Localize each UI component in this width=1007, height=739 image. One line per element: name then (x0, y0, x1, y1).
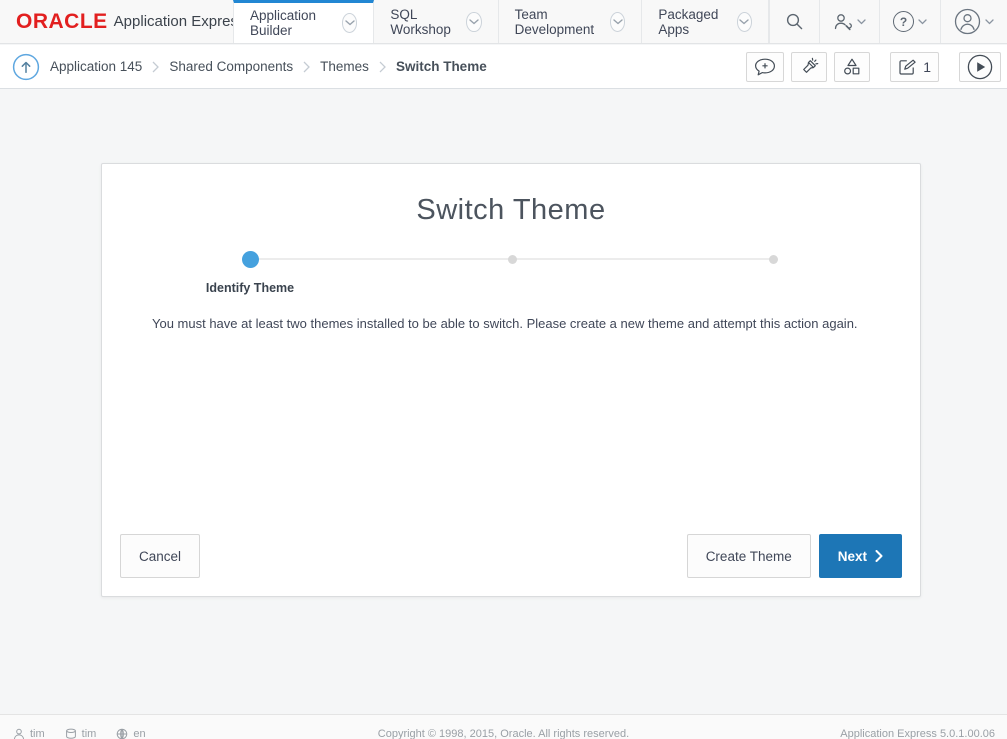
help-glyph: ? (900, 15, 907, 29)
page-title: Switch Theme (102, 194, 920, 227)
arrow-up-circle-icon (12, 53, 40, 81)
breadcrumb-bar: Application 145 Shared Components Themes… (0, 45, 1007, 89)
chevron-down-icon (737, 12, 752, 32)
user-icon (13, 728, 25, 739)
breadcrumb-separator-icon (379, 61, 386, 73)
top-navbar: ORACLE Application Express Application B… (0, 0, 1007, 44)
up-level-button[interactable] (12, 53, 40, 81)
chevron-down-icon (985, 19, 994, 25)
next-button[interactable]: Next (819, 534, 902, 578)
chevron-down-icon (918, 19, 927, 25)
wizard-current-step-label: Identify Theme (150, 281, 350, 295)
next-button-label: Next (838, 549, 867, 564)
cancel-button[interactable]: Cancel (120, 534, 200, 578)
switch-theme-wizard-card: Switch Theme Identify Theme You must hav… (101, 163, 921, 597)
edit-page-button[interactable]: 1 (890, 52, 939, 82)
tab-team-development[interactable]: Team Development (499, 0, 643, 43)
chevron-down-icon (466, 12, 481, 32)
run-application-button[interactable] (959, 52, 1001, 82)
footer-user: tim (13, 728, 45, 739)
edit-pencil-icon (898, 58, 916, 76)
breadcrumb-switch-theme: Switch Theme (396, 59, 487, 74)
footer-workspace-name: tim (82, 728, 97, 739)
tab-label: SQL Workshop (390, 7, 457, 37)
page-toolbar: 1 (739, 52, 1001, 82)
feedback-button[interactable] (746, 52, 784, 82)
edit-page-number: 1 (923, 59, 931, 75)
globe-icon (116, 728, 128, 739)
wizard-step-3-dot (769, 255, 778, 264)
create-theme-button[interactable]: Create Theme (687, 534, 811, 578)
help-icon: ? (893, 11, 914, 32)
breadcrumb: Application 145 Shared Components Themes… (50, 59, 487, 74)
wizard-actions: Create Theme Next (687, 534, 902, 578)
chevron-down-icon (610, 12, 625, 32)
chevron-right-icon (875, 550, 883, 562)
tab-sql-workshop[interactable]: SQL Workshop (374, 0, 498, 43)
footer-user-name: tim (30, 728, 45, 739)
chevron-down-icon (342, 13, 357, 33)
account-icon (954, 8, 981, 35)
footer-session-info: tim tim en (0, 728, 146, 739)
breadcrumb-shared-components[interactable]: Shared Components (169, 59, 293, 74)
footer-workspace: tim (65, 728, 97, 739)
wizard-step-1-current-dot (242, 251, 259, 268)
apex-application: ORACLE Application Express Application B… (0, 0, 1007, 739)
administration-menu-button[interactable] (819, 0, 879, 43)
wizard-message: You must have at least two themes instal… (152, 316, 880, 331)
breadcrumb-separator-icon (303, 61, 310, 73)
product-name: Application Express (114, 13, 246, 30)
oracle-logo: ORACLE Application Express (0, 0, 233, 43)
footer-language-code: en (133, 728, 145, 739)
wizard-step-2-dot (508, 255, 517, 264)
breadcrumb-application[interactable]: Application 145 (50, 59, 142, 74)
help-menu-button[interactable]: ? (879, 0, 940, 43)
tab-label: Application Builder (250, 8, 333, 38)
chevron-down-icon (857, 19, 866, 25)
breadcrumb-themes[interactable]: Themes (320, 59, 369, 74)
navbar-utility-icons: ? (769, 0, 1007, 43)
main-tabs: Application Builder SQL Workshop Team De… (233, 0, 769, 43)
footer-language: en (116, 728, 145, 739)
flashlight-icon (799, 57, 819, 77)
tab-label: Packaged Apps (658, 7, 727, 37)
tab-label: Team Development (515, 7, 601, 37)
tab-packaged-apps[interactable]: Packaged Apps (642, 0, 769, 43)
search-button[interactable] (769, 0, 819, 43)
footer-version: Application Express 5.0.1.00.06 (840, 728, 1007, 739)
wizard-progress: Identify Theme (102, 251, 920, 311)
shapes-icon (842, 57, 862, 76)
comment-plus-icon (754, 58, 776, 76)
theme-roller-button[interactable] (791, 52, 827, 82)
administration-user-wrench-icon (833, 13, 853, 31)
shared-components-button[interactable] (834, 52, 870, 82)
breadcrumb-separator-icon (152, 61, 159, 73)
account-menu-button[interactable] (940, 0, 1007, 43)
oracle-wordmark: ORACLE (16, 10, 108, 34)
search-icon (785, 12, 804, 31)
page-footer: tim tim en Copyright © 1998, 2015, Oracl… (0, 714, 1007, 739)
database-icon (65, 728, 77, 739)
tab-application-builder[interactable]: Application Builder (233, 0, 374, 43)
run-play-icon (967, 54, 993, 80)
